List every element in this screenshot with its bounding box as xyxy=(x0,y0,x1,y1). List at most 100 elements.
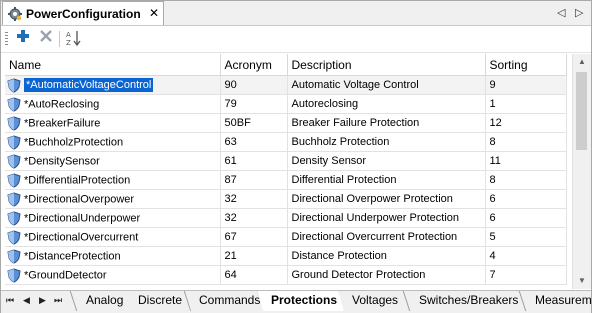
name-cell[interactable]: *DensitySensor xyxy=(5,151,221,171)
column-header-acronym[interactable]: Acronym xyxy=(220,54,288,76)
sheet-tab-voltages[interactable]: Voltages xyxy=(338,291,410,311)
table-row[interactable]: *DirectionalOvercurrent 67 Directional Ove… xyxy=(5,227,567,247)
sheet-tab-bar: ⏮ ◀ ▶ ⏭ Analog Discrete Commands Protect… xyxy=(1,290,591,313)
sorting-cell[interactable]: 1 xyxy=(485,94,567,114)
description-cell[interactable]: Distance Protection xyxy=(287,246,486,266)
editor-tab-strip: PowerConfiguration ✕ ◁ ▷ xyxy=(1,1,591,26)
scroll-up-icon[interactable]: ▲ xyxy=(578,57,586,66)
shield-icon xyxy=(7,248,21,264)
acronym-cell[interactable]: 50BF xyxy=(220,113,288,133)
description-cell[interactable]: Buchholz Protection xyxy=(287,132,486,152)
row-name: *DistanceProtection xyxy=(24,250,121,262)
table-row[interactable]: *BreakerFailure 50BF Breaker Failure Prote… xyxy=(5,113,567,133)
row-name: *GroundDetector xyxy=(24,269,107,281)
description-cell[interactable]: Ground Detector Protection xyxy=(287,265,486,285)
name-cell[interactable]: *DirectionalOverpower xyxy=(5,189,221,209)
sorting-cell[interactable]: 6 xyxy=(485,208,567,228)
tab-power-configuration[interactable]: PowerConfiguration ✕ xyxy=(2,1,164,25)
name-cell[interactable]: *DirectionalOvercurrent xyxy=(5,227,221,247)
first-sheet-icon[interactable]: ⏮ xyxy=(6,295,14,306)
column-header-sorting[interactable]: Sorting xyxy=(485,54,567,76)
name-cell[interactable]: *GroundDetector xyxy=(5,265,221,285)
table-row[interactable]: *AutomaticVoltageControl 90 Automatic Volt… xyxy=(5,75,567,95)
last-sheet-icon[interactable]: ⏭ xyxy=(54,295,62,306)
sorting-cell[interactable]: 8 xyxy=(485,132,567,152)
row-name: *AutoReclosing xyxy=(24,98,100,110)
shield-icon xyxy=(7,267,21,283)
sorting-cell[interactable]: 7 xyxy=(485,265,567,285)
table-row[interactable]: *BuchholzProtection 63 Buchholz Protection… xyxy=(5,132,567,152)
table-row[interactable]: *DifferentialProtection 87 Differential Pr… xyxy=(5,170,567,190)
shield-icon xyxy=(7,77,21,93)
shield-icon xyxy=(7,115,21,131)
name-cell[interactable]: *AutomaticVoltageControl xyxy=(5,75,221,95)
protections-grid: Name Acronym Description Sorting *Automa… xyxy=(5,54,572,289)
column-header-description[interactable]: Description xyxy=(287,54,486,76)
acronym-cell[interactable]: 67 xyxy=(220,227,288,247)
name-cell[interactable]: *DirectionalUnderpower xyxy=(5,208,221,228)
acronym-cell[interactable]: 90 xyxy=(220,75,288,95)
sort-az-icon[interactable]: A Z xyxy=(64,29,84,49)
description-cell[interactable]: Directional Overpower Protection xyxy=(287,189,486,209)
shield-icon xyxy=(7,191,21,207)
name-cell[interactable]: *DifferentialProtection xyxy=(5,170,221,190)
sorting-cell[interactable]: 5 xyxy=(485,227,567,247)
scrollbar-thumb[interactable] xyxy=(576,72,587,150)
table-row[interactable]: *GroundDetector 64 Ground Detector Protect… xyxy=(5,265,567,285)
toolbar-separator xyxy=(59,31,60,47)
description-cell[interactable]: Breaker Failure Protection xyxy=(287,113,486,133)
row-name: *BreakerFailure xyxy=(24,117,101,129)
scroll-right-icon[interactable]: ▷ xyxy=(575,6,583,19)
scroll-left-icon[interactable]: ◁ xyxy=(557,6,565,19)
acronym-cell[interactable]: 79 xyxy=(220,94,288,114)
scroll-down-icon[interactable]: ▼ xyxy=(578,276,586,285)
acronym-cell[interactable]: 61 xyxy=(220,151,288,171)
description-cell[interactable]: Directional Overcurrent Protection xyxy=(287,227,486,247)
sorting-cell[interactable]: 6 xyxy=(485,189,567,209)
row-name: *DirectionalOvercurrent xyxy=(24,231,139,243)
sorting-cell[interactable]: 12 xyxy=(485,113,567,133)
row-name: *AutomaticVoltageControl xyxy=(24,78,154,92)
row-name: *DensitySensor xyxy=(24,155,100,167)
delete-x-icon[interactable] xyxy=(36,29,56,49)
sheet-tab-switches-breakers[interactable]: Switches/Breakers xyxy=(405,291,530,311)
sheet-tab-measurement[interactable]: Measurement xyxy=(521,291,591,311)
sheet-tab-discrete[interactable]: Discrete xyxy=(124,291,194,311)
name-cell[interactable]: *AutoReclosing xyxy=(5,94,221,114)
sorting-cell[interactable]: 4 xyxy=(485,246,567,266)
description-cell[interactable]: Differential Protection xyxy=(287,170,486,190)
description-cell[interactable]: Directional Underpower Protection xyxy=(287,208,486,228)
column-header-name[interactable]: Name xyxy=(5,54,221,76)
name-cell[interactable]: *DistanceProtection xyxy=(5,246,221,266)
previous-sheet-icon[interactable]: ◀ xyxy=(23,295,30,306)
sorting-cell[interactable]: 9 xyxy=(485,75,567,95)
plus-icon[interactable] xyxy=(13,29,33,49)
shield-icon xyxy=(7,229,21,245)
acronym-cell[interactable]: 32 xyxy=(220,208,288,228)
table-row[interactable]: *DirectionalUnderpower 32 Directional Unde… xyxy=(5,208,567,228)
sorting-cell[interactable]: 8 xyxy=(485,170,567,190)
table-row[interactable]: *AutoReclosing 79 Autoreclosing 1 xyxy=(5,94,567,114)
acronym-cell[interactable]: 87 xyxy=(220,170,288,190)
table-row[interactable]: *DistanceProtection 21 Distance Protection… xyxy=(5,246,567,266)
description-cell[interactable]: Autoreclosing xyxy=(287,94,486,114)
sorting-cell[interactable]: 11 xyxy=(485,151,567,171)
acronym-cell[interactable]: 63 xyxy=(220,132,288,152)
name-cell[interactable]: *BreakerFailure xyxy=(5,113,221,133)
acronym-cell[interactable]: 21 xyxy=(220,246,288,266)
row-name: *DifferentialProtection xyxy=(24,174,131,186)
vertical-scrollbar[interactable]: ▲ ▼ xyxy=(572,54,591,289)
toolbar: A Z xyxy=(1,26,591,53)
description-cell[interactable]: Density Sensor xyxy=(287,151,486,171)
close-icon[interactable]: ✕ xyxy=(149,6,159,20)
next-sheet-icon[interactable]: ▶ xyxy=(39,295,46,306)
toolbar-grip[interactable] xyxy=(5,32,8,46)
sheet-tab-protections[interactable]: Protections xyxy=(257,291,349,311)
description-cell[interactable]: Automatic Voltage Control xyxy=(287,75,486,95)
acronym-cell[interactable]: 32 xyxy=(220,189,288,209)
table-row[interactable]: *DensitySensor 61 Density Sensor 11 xyxy=(5,151,567,171)
power-configuration-window: PowerConfiguration ✕ ◁ ▷ A Z Name Acrony… xyxy=(0,0,592,313)
acronym-cell[interactable]: 64 xyxy=(220,265,288,285)
name-cell[interactable]: *BuchholzProtection xyxy=(5,132,221,152)
table-row[interactable]: *DirectionalOverpower 32 Directional Overp… xyxy=(5,189,567,209)
